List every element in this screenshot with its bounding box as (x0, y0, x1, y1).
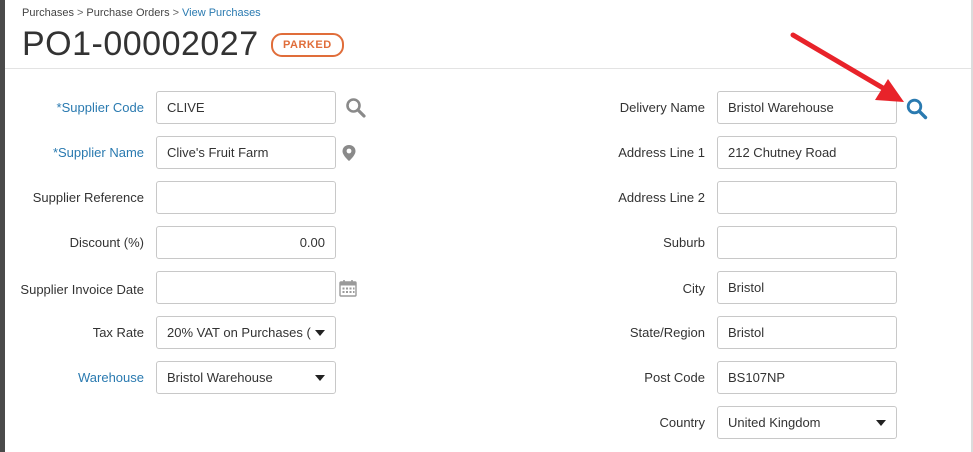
state-region-label: State/Region (629, 325, 705, 340)
suburb-input[interactable] (717, 226, 897, 259)
supplier-invoice-date-label: Supplier Invoice Date (20, 282, 144, 297)
supplier-name-input[interactable]: Clive's Fruit Farm (156, 136, 336, 169)
address-line-1-input[interactable]: 212 Chutney Road (717, 136, 897, 169)
supplier-reference-input[interactable] (156, 181, 336, 214)
supplier-search-icon[interactable] (345, 97, 367, 119)
warehouse-select[interactable]: Bristol Warehouse (156, 361, 336, 394)
breadcrumb-separator: > (172, 7, 180, 19)
state-region-input[interactable]: Bristol (717, 316, 897, 349)
address-line-2-input[interactable] (717, 181, 897, 214)
city-input[interactable]: Bristol (717, 271, 897, 304)
post-code-label: Post Code (644, 370, 705, 385)
supplier-code-input[interactable]: CLIVE (156, 91, 336, 124)
suburb-label: Suburb (663, 235, 705, 250)
chevron-down-icon (315, 375, 325, 381)
discount-input[interactable]: 0.00 (156, 226, 336, 259)
discount-label: Discount (%) (69, 235, 144, 250)
supplier-reference-label: Supplier Reference (32, 190, 144, 205)
warehouse-label[interactable]: Warehouse (78, 370, 144, 385)
warehouse-value: Bristol Warehouse (167, 370, 273, 385)
annotation-arrow-icon (790, 32, 904, 102)
address-line-2-label: Address Line 2 (618, 190, 705, 205)
supplier-invoice-date-input[interactable] (156, 271, 336, 304)
country-label: Country (659, 415, 705, 430)
tax-rate-label: Tax Rate (92, 325, 144, 340)
tax-rate-value: 20% VAT on Purchases ( (167, 325, 311, 340)
address-line-1-label: Address Line 1 (618, 145, 705, 160)
delivery-name-label: Delivery Name (619, 100, 705, 115)
breadcrumb: Purchases > Purchase Orders > View Purchases (22, 7, 261, 19)
supplier-code-label: *Supplier Code (56, 100, 144, 115)
country-value: United Kingdom (728, 415, 821, 430)
location-pin-icon[interactable] (341, 144, 357, 162)
status-badge: PARKED (271, 33, 344, 57)
page-title: PO1-00002027 (22, 25, 259, 63)
breadcrumb-separator: > (76, 7, 84, 19)
tax-rate-select[interactable]: 20% VAT on Purchases ( (156, 316, 336, 349)
country-select[interactable]: United Kingdom (717, 406, 897, 439)
chevron-down-icon (876, 420, 886, 426)
breadcrumb-view-purchases[interactable]: View Purchases (182, 7, 261, 19)
post-code-input[interactable]: BS107NP (717, 361, 897, 394)
breadcrumb-purchase-orders[interactable]: Purchase Orders (86, 7, 169, 19)
supplier-name-label: *Supplier Name (52, 145, 144, 160)
calendar-icon[interactable] (339, 279, 357, 297)
breadcrumb-purchases[interactable]: Purchases (22, 7, 74, 19)
city-label: City (682, 281, 705, 296)
chevron-down-icon (315, 330, 325, 336)
